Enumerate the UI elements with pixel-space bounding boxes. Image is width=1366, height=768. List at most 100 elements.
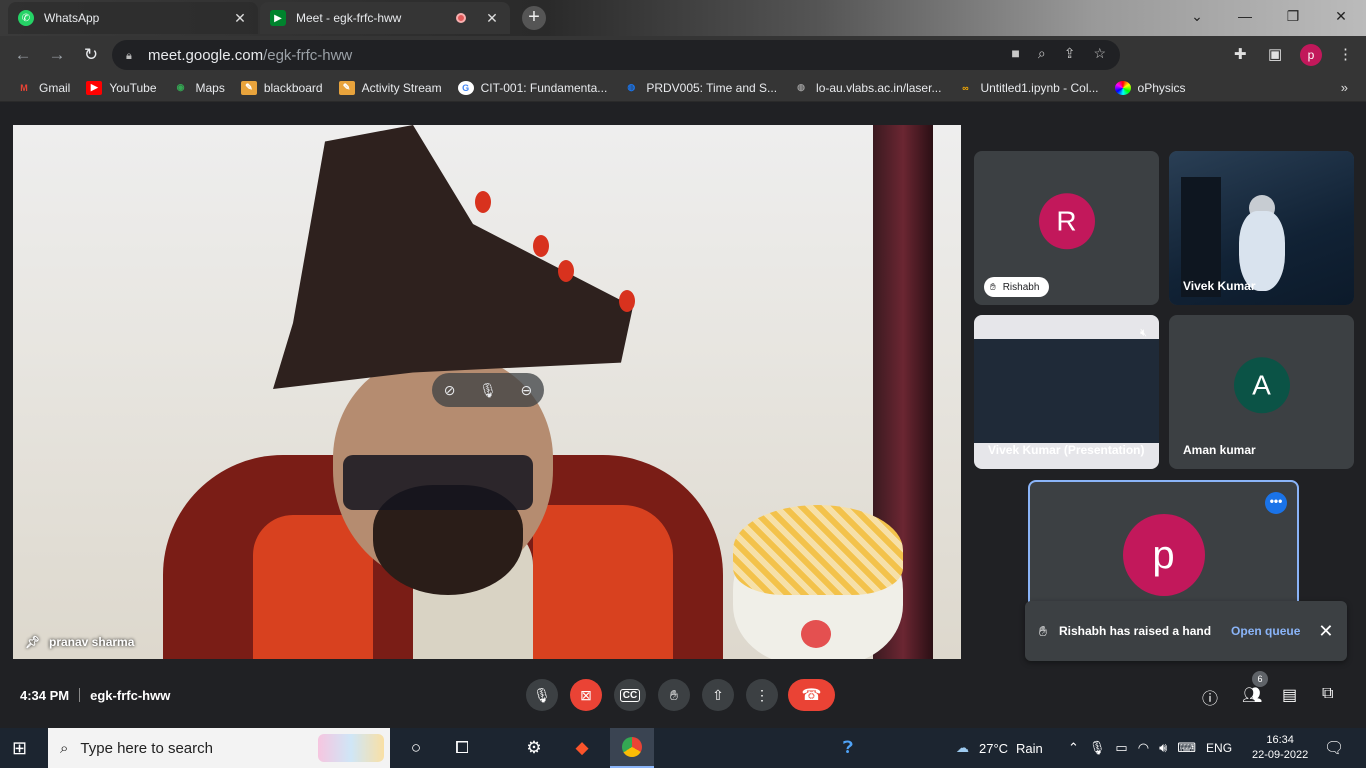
hat-gem	[558, 260, 574, 282]
more-options-button[interactable]: •••	[1265, 492, 1287, 514]
bookmark-vlabs[interactable]: ◍ lo-au.vlabs.ac.in/laser...	[793, 81, 941, 95]
maximize-button[interactable]: ❐	[1270, 0, 1316, 32]
new-tab-button[interactable]: +	[522, 6, 546, 30]
self-tile[interactable]: p •••	[1028, 480, 1299, 615]
bookmark-ophysics[interactable]: oPhysics	[1114, 80, 1186, 95]
microphone-icon[interactable]: 🎙︎	[1089, 740, 1106, 756]
share-icon[interactable]: ⇪	[1064, 45, 1076, 62]
back-icon[interactable]: ←	[10, 42, 36, 68]
forward-icon[interactable]: →	[44, 42, 70, 68]
zoom-icon[interactable]: ⌕	[1038, 45, 1046, 62]
captions-button[interactable]: CC	[614, 679, 646, 711]
pin-off-icon[interactable]: ⊘	[444, 382, 456, 399]
tab-search-icon[interactable]: ⌄	[1174, 0, 1220, 32]
bookmark-youtube[interactable]: ▶ YouTube	[86, 80, 157, 95]
camera-off-button[interactable]: ⊠	[570, 679, 602, 711]
settings-app-icon[interactable]: ⚙	[512, 728, 556, 768]
close-tab-icon[interactable]: ✕	[232, 10, 248, 27]
bookmark-prdv005[interactable]: ◍ PRDV005: Time and S...	[623, 81, 777, 95]
search-icon: ⌕	[60, 739, 69, 757]
mic-button[interactable]: 🎙︎	[526, 679, 558, 711]
meeting-details-icon[interactable]: ⓘ	[1202, 685, 1218, 709]
bookmark-cit001[interactable]: G CIT-001: Fundamenta...	[457, 80, 607, 95]
taskbar-search-box[interactable]: ⌕ Type here to search	[48, 728, 390, 768]
camera-off-icon: ⊠	[580, 686, 592, 703]
taskbar-clock[interactable]: 16:34 22-09-2022	[1252, 728, 1308, 768]
main-video-tile[interactable]: ⊘ 🎙︎ ⊖ 📌︎ pranav sharma	[13, 125, 961, 659]
tab-meet[interactable]: ▶ Meet - egk-frfc-hww ✕	[260, 2, 510, 34]
bookmark-gmail[interactable]: M Gmail	[16, 81, 70, 95]
bookmark-label: Gmail	[39, 80, 71, 95]
input-indicator-icon[interactable]: ⌨︎	[1177, 740, 1196, 756]
side-panel-icon[interactable]: ▣	[1268, 45, 1282, 63]
ophysics-icon	[1114, 80, 1131, 95]
camera-in-use-icon[interactable]: ■	[1011, 45, 1019, 62]
participant-name: Vivek Kumar	[1183, 279, 1256, 293]
notifications-icon[interactable]: 🗨︎	[1324, 728, 1344, 768]
close-notification-icon[interactable]: ✕	[1318, 621, 1333, 642]
address-bar[interactable]: 🔒︎ meet.google.com/egk-frfc-hww ■ ⌕ ⇪ ☆	[112, 40, 1120, 70]
tab-whatsapp[interactable]: ✆ WhatsApp ✕	[8, 2, 258, 34]
brave-browser-icon[interactable]: ◆	[560, 728, 604, 768]
wifi-icon[interactable]: ◠	[1138, 740, 1149, 756]
bookmark-blackboard[interactable]: ✎ blackboard	[240, 80, 323, 95]
system-tray: ⌃ 🎙︎ ▭ ◠ 🔊︎ ⌨︎ ENG	[1068, 728, 1232, 768]
extensions-icon[interactable]: ✚	[1234, 45, 1247, 63]
raise-hand-button[interactable]: ✋︎	[658, 679, 690, 711]
chat-icon[interactable]: ▤	[1282, 685, 1297, 705]
presentation-tile[interactable]: 🔇︎ Vivek Kumar (Presentation)	[974, 315, 1159, 469]
present-button[interactable]: ⇧	[702, 679, 734, 711]
clock-time: 16:34	[1266, 734, 1294, 746]
people-icon[interactable]: 👥︎	[1242, 685, 1262, 705]
participant-tile-vivek[interactable]: Vivek Kumar	[1169, 151, 1354, 305]
more-bookmarks-icon[interactable]: »	[1341, 80, 1348, 95]
task-view-icon[interactable]: ⧠	[440, 728, 484, 768]
language-indicator[interactable]: ENG	[1206, 741, 1232, 755]
close-tab-icon[interactable]: ✕	[484, 10, 500, 27]
profile-avatar[interactable]: p	[1300, 44, 1322, 66]
activities-icon[interactable]: ⧉	[1322, 685, 1333, 703]
battery-icon[interactable]: ▭	[1115, 740, 1127, 756]
present-icon: ⇧	[712, 686, 724, 703]
bookmark-maps[interactable]: ◉ Maps	[173, 81, 225, 95]
reload-icon[interactable]: ↻	[78, 42, 104, 68]
maps-icon: ◉	[176, 82, 185, 92]
weather-widget[interactable]: ☁︎ 27°C Rain	[956, 728, 1043, 768]
windows-start-icon[interactable]: ⊞	[12, 738, 34, 760]
more-vert-icon: ⋮	[755, 686, 769, 703]
avatar: p	[1122, 514, 1205, 597]
meeting-time: 4:34 PM	[20, 688, 70, 703]
help-app-icon[interactable]: ❓︎	[826, 728, 870, 768]
meet-icon: ▶	[270, 10, 286, 26]
browser-toolbar: ← → ↻ 🔒︎ meet.google.com/egk-frfc-hww ■ …	[0, 36, 1366, 74]
open-queue-link[interactable]: Open queue	[1231, 624, 1300, 638]
phone-hangup-icon: ☎︎	[801, 687, 822, 704]
participant-tile-rishabh[interactable]: R ✋︎ Rishabh	[974, 151, 1159, 305]
activity-icon: ✎	[338, 80, 355, 95]
close-window-button[interactable]: ✕	[1318, 0, 1364, 32]
bookmark-activity-stream[interactable]: ✎ Activity Stream	[338, 80, 442, 95]
mic-icon[interactable]: 🎙︎	[479, 382, 497, 399]
participant-tile-aman[interactable]: A Aman kumar	[1169, 315, 1354, 469]
cortana-icon[interactable]: ○	[394, 728, 438, 768]
minimize-button[interactable]: —	[1222, 0, 1268, 32]
chevron-up-icon[interactable]: ⌃	[1068, 740, 1079, 756]
colab-icon: ∞	[962, 82, 969, 93]
leave-call-button[interactable]: ☎︎	[788, 679, 835, 711]
lock-icon: 🔒︎	[126, 50, 132, 62]
weather-condition: Rain	[1016, 740, 1043, 756]
more-options-button[interactable]: ⋮	[746, 679, 778, 711]
remove-icon[interactable]: ⊖	[520, 382, 532, 399]
volume-icon[interactable]: 🔊︎	[1159, 740, 1167, 756]
menu-icon[interactable]: ⋮	[1338, 45, 1353, 63]
chrome-app-icon[interactable]	[610, 728, 654, 768]
raised-hand-icon: ✋︎	[990, 281, 996, 293]
bookmark-star-icon[interactable]: ☆	[1093, 45, 1106, 62]
tab-title: WhatsApp	[44, 11, 100, 25]
gmail-icon: M	[20, 82, 28, 93]
clock-date: 22-09-2022	[1252, 749, 1309, 761]
bookmark-colab[interactable]: ∞ Untitled1.ipynb - Col...	[957, 81, 1098, 95]
participants-count-badge: 6	[1252, 671, 1268, 687]
globe-icon: ◍	[627, 82, 636, 92]
mic-icon: 🎙︎	[533, 686, 551, 703]
